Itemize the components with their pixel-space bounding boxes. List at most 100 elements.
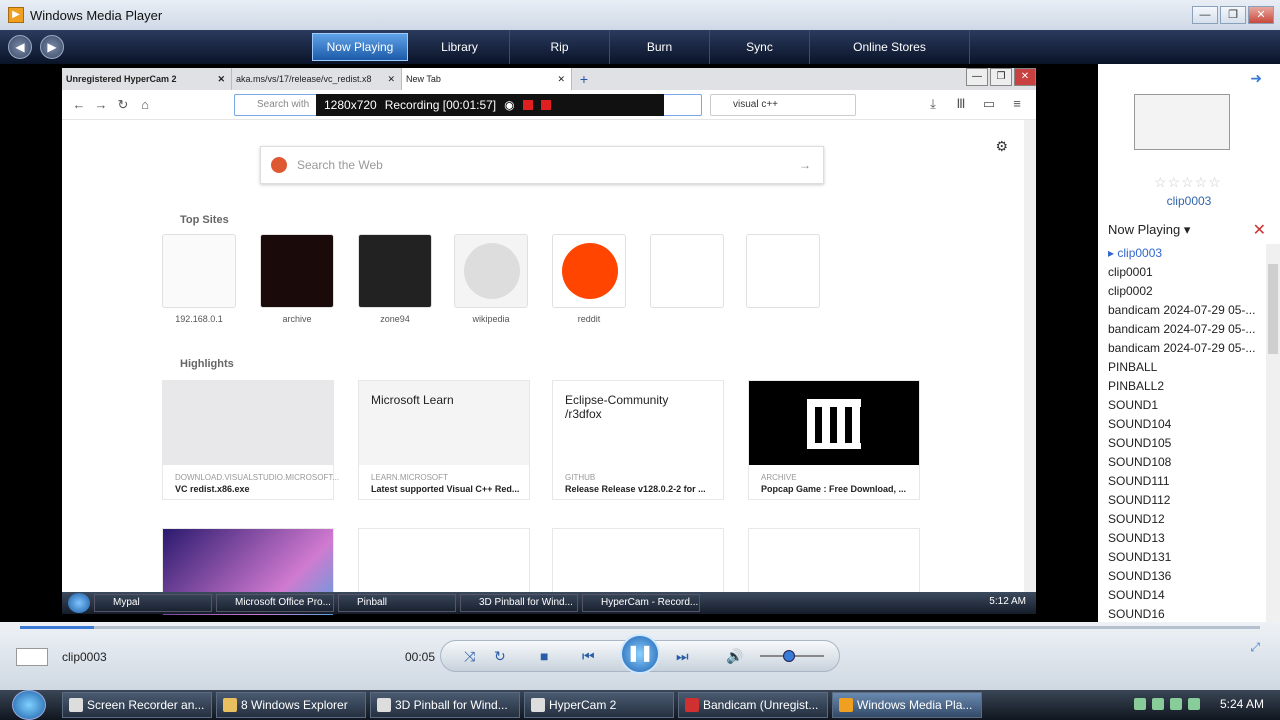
system-clock[interactable]: 5:24 AM [1220,697,1264,711]
playlist-item[interactable]: bandicam 2024-07-29 05-... [1108,301,1258,320]
playlist-item[interactable]: SOUND12 [1108,510,1258,529]
tray-icon[interactable] [1152,698,1164,710]
tab-rip[interactable]: Rip [510,30,610,64]
sidebar-icon[interactable]: ▭ [978,96,1000,112]
playlist-item[interactable]: SOUND13 [1108,529,1258,548]
playlist-item[interactable]: clip0002 [1108,282,1258,301]
browser-maximize-icon[interactable]: ❐ [990,68,1012,86]
resolution-label: 1280x720 [324,98,377,112]
scrollbar-thumb[interactable] [1268,264,1278,354]
tray-icon[interactable] [1170,698,1182,710]
top-site-tile[interactable] [358,234,432,308]
stop-record-icon[interactable] [540,100,551,110]
playlist-item[interactable]: SOUND112 [1108,491,1258,510]
tab-library[interactable]: Library [410,30,510,64]
top-site-tile[interactable] [454,234,528,308]
playlist-item[interactable]: SOUND105 [1108,434,1258,453]
browser-close-icon[interactable]: ✕ [1014,68,1036,86]
playlist-item[interactable]: SOUND108 [1108,453,1258,472]
top-site-tile[interactable] [746,234,820,308]
browser-tab-vc-redist[interactable]: aka.ms/vs/17/release/vc_redist.x8 ✕ [232,68,402,90]
highlight-card[interactable]: Eclipse-Community /r3dfox GITHUB Release R… [552,380,724,500]
browser-tabs: Unregistered HyperCam 2 ✕ aka.ms/vs/17/re… [62,68,1036,90]
tab-now-playing[interactable]: Now Playing [312,33,408,61]
playlist-item[interactable]: SOUND104 [1108,415,1258,434]
shuffle-icon[interactable]: ⤨ [464,648,475,665]
stop-icon[interactable]: ■ [540,648,548,664]
playlist-scrollbar[interactable] [1266,244,1280,622]
gear-icon[interactable]: ⚙ [995,138,1008,155]
browser-scrollbar[interactable] [1024,120,1036,614]
forward-icon[interactable]: → [90,97,112,112]
playlist-item[interactable]: SOUND1 [1108,396,1258,415]
now-playing-header[interactable]: Now Playing ▾ [1108,222,1190,238]
highlight-card[interactable]: ARCHIVE Popcap Game : Free Download, ... [748,380,920,500]
playlist-item[interactable]: SOUND111 [1108,472,1258,491]
tray-icon[interactable] [1188,698,1200,710]
taskbar-item[interactable]: 8 Windows Explorer [216,692,366,718]
close-button[interactable]: ✕ [1248,6,1274,24]
seek-bar[interactable] [20,626,1260,629]
arrow-right-icon[interactable]: → [799,147,811,183]
library-icon[interactable]: Ⅲ [950,96,972,112]
menu-icon[interactable]: ≡ [1006,96,1028,112]
rating-stars[interactable]: ☆☆☆☆☆ [1154,174,1222,191]
pause-record-icon[interactable] [522,100,533,110]
playlist-item[interactable]: bandicam 2024-07-29 05-... [1108,339,1258,358]
close-icon[interactable]: ✕ [1253,220,1266,240]
browser-minimize-icon[interactable]: — [966,68,988,86]
taskbar-item[interactable]: Screen Recorder an... [62,692,212,718]
playlist-item[interactable]: PINBALL2 [1108,377,1258,396]
current-clip-name[interactable]: clip0003 [1098,194,1280,208]
repeat-icon[interactable]: ↻ [494,648,506,665]
playlist-item[interactable]: PINBALL [1108,358,1258,377]
browser-tab-new-tab[interactable]: New Tab ✕ [402,68,572,90]
close-icon[interactable]: ✕ [557,68,565,90]
reload-icon[interactable]: ↻ [112,97,134,113]
tab-online-stores[interactable]: Online Stores [810,30,970,64]
back-arrow-icon[interactable]: ◀ [8,35,32,59]
taskbar-item[interactable]: 3D Pinball for Wind... [370,692,520,718]
tray-icon[interactable] [1134,698,1146,710]
search-bar[interactable]: visual c++ [710,94,856,116]
playlist-item[interactable]: SOUND136 [1108,567,1258,586]
video-area[interactable]: Unregistered HyperCam 2 ✕ aka.ms/vs/17/re… [0,64,1098,622]
taskbar-item[interactable]: Windows Media Pla... [832,692,982,718]
camera-icon[interactable]: ◉ [504,98,514,112]
minimize-button[interactable]: — [1192,6,1218,24]
pause-button[interactable]: ❚❚ [620,634,660,674]
highlight-card[interactable]: Microsoft Learn LEARN.MICROSOFT Latest sup… [358,380,530,500]
maximize-button[interactable]: ❐ [1220,6,1246,24]
playlist-item[interactable]: SOUND14 [1108,586,1258,605]
volume-knob[interactable] [782,650,795,662]
top-site-tile[interactable] [650,234,724,308]
playlist-item[interactable]: SOUND131 [1108,548,1258,567]
switch-to-compact-icon[interactable]: ⤢ [1250,640,1260,655]
tab-sync[interactable]: Sync [710,30,810,64]
top-site-tile[interactable] [260,234,334,308]
back-icon[interactable]: ← [68,97,90,112]
new-tab-icon[interactable]: + [572,68,596,90]
top-site-tile[interactable] [162,234,236,308]
playlist-item[interactable]: clip0001 [1108,263,1258,282]
home-icon[interactable]: ⌂ [134,97,156,112]
web-search-box[interactable]: Search the Web → [260,146,824,184]
top-site-tile[interactable] [552,234,626,308]
previous-icon[interactable]: ⏮ [582,648,595,665]
start-button[interactable] [12,690,46,720]
playlist-item[interactable]: ▸ clip0003 [1108,244,1258,263]
highlight-card[interactable]: DOWNLOAD.VISUALSTUDIO.MICROSOFT... VC red… [162,380,339,500]
browser-tab-hypercam[interactable]: Unregistered HyperCam 2 ✕ [62,68,232,90]
screen-recorder-icon [69,698,83,712]
taskbar-item[interactable]: Bandicam (Unregist... [678,692,828,718]
download-icon[interactable]: ⤓ [922,96,944,112]
close-icon[interactable]: ✕ [387,68,395,90]
next-icon[interactable]: ⏭ [676,648,689,665]
tab-burn[interactable]: Burn [610,30,710,64]
playlist-item[interactable]: bandicam 2024-07-29 05-... [1108,320,1258,339]
taskbar-item[interactable]: HyperCam 2 [524,692,674,718]
close-icon[interactable]: ✕ [217,68,225,90]
arrow-right-icon[interactable]: ➜ [1250,70,1262,87]
volume-icon[interactable]: 🔊 [726,648,743,665]
forward-arrow-icon[interactable]: ▶ [40,35,64,59]
